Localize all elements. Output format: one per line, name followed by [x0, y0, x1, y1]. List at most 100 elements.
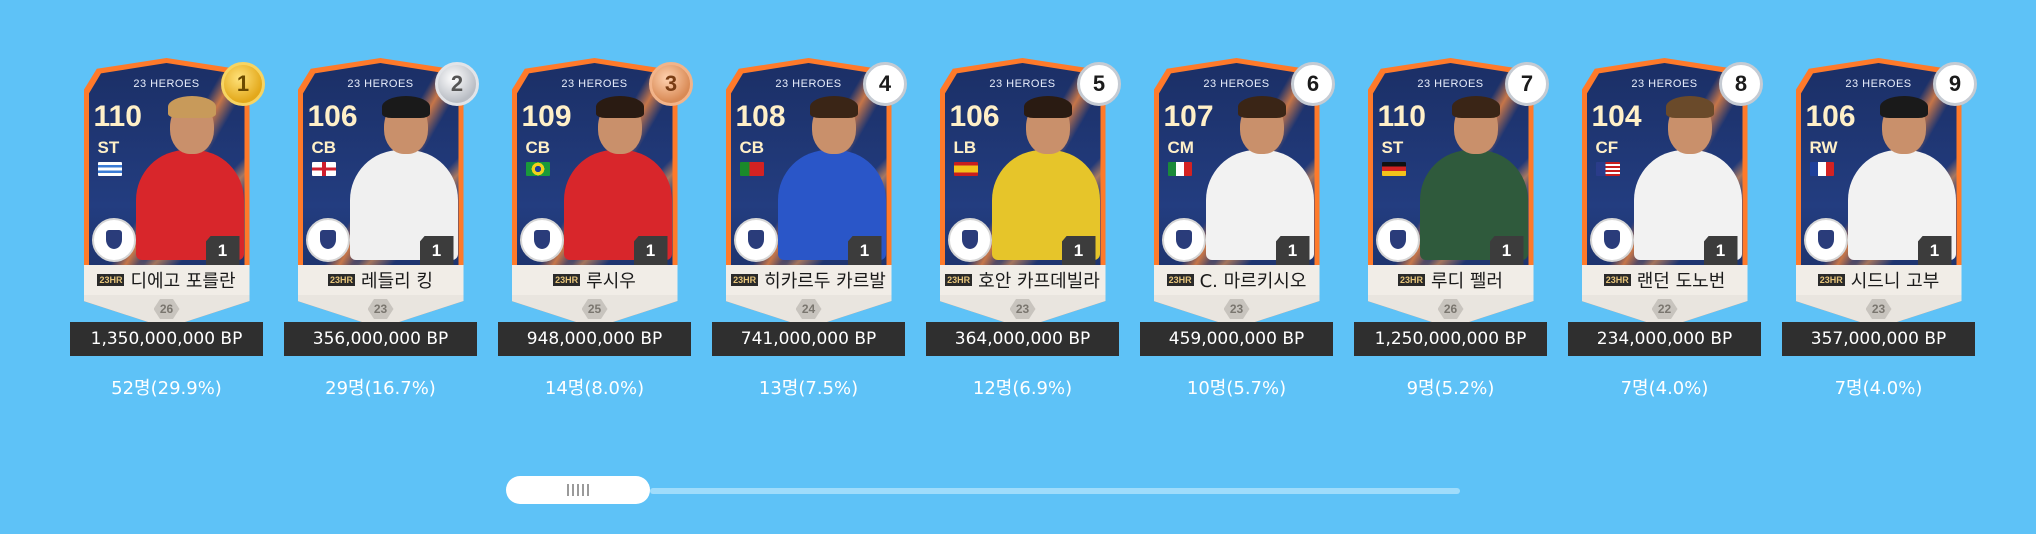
club-emblem-icon: [1589, 218, 1634, 262]
rank-badge: 2: [435, 62, 479, 106]
salary-grade: 22: [1651, 299, 1678, 319]
usa-flag-icon: [1595, 162, 1620, 176]
salary-grade: 26: [1437, 299, 1464, 319]
price-label: 741,000,000 BP: [712, 322, 905, 356]
club-emblem-icon: [1803, 218, 1848, 262]
salary-grade: 25: [581, 299, 608, 319]
position-label: CF: [1595, 138, 1619, 157]
scrollbar-thumb[interactable]: [506, 476, 650, 504]
player-card-slot[interactable]: 1 23 HEROES 110 ST 1 23HR 디에고 포를란 26 1,3…: [70, 58, 265, 400]
usage-count: 52명(29.9%): [111, 378, 222, 399]
player-name: 레들리 킹: [361, 271, 433, 292]
price-label: 364,000,000 BP: [926, 322, 1119, 356]
salary-grade: 23: [1865, 299, 1892, 319]
scrollbar-track[interactable]: [650, 488, 1460, 494]
salary-grade: 23: [1009, 299, 1036, 319]
player-card-slot[interactable]: 7 23 HEROES 110 ST 1 23HR 루디 펠러 26 1,250…: [1354, 58, 1549, 400]
player-name: 히카르두 카르발: [764, 271, 886, 292]
player-name: 랜던 도노번: [1636, 271, 1726, 292]
price-label: 459,000,000 BP: [1140, 322, 1333, 356]
season-badge-icon: 23HR: [1603, 274, 1631, 286]
price-label: 234,000,000 BP: [1568, 322, 1761, 356]
player-name-bar: 23HR 디에고 포를란: [83, 265, 250, 295]
club-emblem-icon: [947, 218, 992, 262]
player-card-slot[interactable]: 5 23 HEROES 106 LB 1 23HR 호안 카프데빌라 23 36…: [926, 58, 1121, 400]
club-emblem-icon: [519, 218, 564, 262]
position-label: ST: [1381, 138, 1404, 157]
player-name: 루디 펠러: [1431, 271, 1503, 292]
position-label: LB: [953, 138, 977, 157]
player-card[interactable]: 23 HEROES 108 CB 1 23HR 히카르두 카르발 24: [725, 58, 892, 328]
player-name-bar: 23HR 랜던 도노번: [1581, 265, 1748, 295]
portugal-flag-icon: [739, 162, 764, 176]
enhance-level: 1: [1917, 236, 1952, 266]
brazil-flag-icon: [525, 162, 550, 176]
player-card[interactable]: 23 HEROES 110 ST 1 23HR 디에고 포를란 26: [83, 58, 250, 328]
player-name-bar: 23HR 시드니 고부: [1795, 265, 1962, 295]
player-card-slot[interactable]: 4 23 HEROES 108 CB 1 23HR 히카르두 카르발 24 74…: [712, 58, 907, 400]
salary-grade: 24: [795, 299, 822, 319]
player-name: C. 마르키시오: [1199, 271, 1307, 292]
player-name-bar: 23HR 루시우: [511, 265, 678, 295]
player-name: 디에고 포를란: [130, 271, 236, 292]
player-card-slot[interactable]: 9 23 HEROES 106 RW 1 23HR 시드니 고부 23 357,…: [1782, 58, 1977, 400]
player-card-slot[interactable]: 2 23 HEROES 106 CB 1 23HR 레들리 킹 23 356,0…: [284, 58, 479, 400]
player-card[interactable]: 23 HEROES 110 ST 1 23HR 루디 펠러 26: [1367, 58, 1534, 328]
position-label: RW: [1809, 138, 1838, 157]
club-emblem-icon: [1375, 218, 1420, 262]
club-emblem-icon: [91, 218, 136, 262]
position-label: ST: [97, 138, 120, 157]
enhance-level: 1: [1061, 236, 1096, 266]
player-name-bar: 23HR C. 마르키시오: [1153, 265, 1320, 295]
player-card[interactable]: 23 HEROES 107 CM 1 23HR C. 마르키시오 23: [1153, 58, 1320, 328]
player-name: 시드니 고부: [1850, 271, 1940, 292]
italy-flag-icon: [1167, 162, 1192, 176]
rank-badge: 8: [1719, 62, 1763, 106]
usage-count: 9명(5.2%): [1406, 378, 1495, 399]
club-emblem-icon: [1161, 218, 1206, 262]
rank-badge: 4: [863, 62, 907, 106]
player-card-slot[interactable]: 8 23 HEROES 104 CF 1 23HR 랜던 도노번 22 234,…: [1568, 58, 1763, 400]
spain-flag-icon: [953, 162, 978, 176]
season-badge-icon: 23HR: [1398, 274, 1426, 286]
player-name-bar: 23HR 호안 카프데빌라: [939, 265, 1106, 295]
player-name: 호안 카프데빌라: [978, 271, 1100, 292]
player-card[interactable]: 23 HEROES 106 RW 1 23HR 시드니 고부 23: [1795, 58, 1962, 328]
season-badge-icon: 23HR: [553, 274, 581, 286]
salary-grade: 23: [1223, 299, 1250, 319]
player-card-slot[interactable]: 3 23 HEROES 109 CB 1 23HR 루시우 25 948,000…: [498, 58, 693, 400]
player-name-bar: 23HR 레들리 킹: [297, 265, 464, 295]
usage-count: 13명(7.5%): [758, 378, 859, 399]
rank-badge: 6: [1291, 62, 1335, 106]
rank-badge: 5: [1077, 62, 1121, 106]
enhance-level: 1: [1489, 236, 1524, 266]
enhance-level: 1: [1703, 236, 1738, 266]
price-label: 356,000,000 BP: [284, 322, 477, 356]
player-card[interactable]: 23 HEROES 106 CB 1 23HR 레들리 킹 23: [297, 58, 464, 328]
player-name: 루시우: [586, 271, 636, 292]
club-emblem-icon: [305, 218, 350, 262]
position-label: CB: [739, 138, 765, 157]
player-card[interactable]: 23 HEROES 109 CB 1 23HR 루시우 25: [511, 58, 678, 328]
player-card[interactable]: 23 HEROES 106 LB 1 23HR 호안 카프데빌라 23: [939, 58, 1106, 328]
price-label: 357,000,000 BP: [1782, 322, 1975, 356]
season-badge-icon: 23HR: [945, 274, 973, 286]
season-badge-icon: 23HR: [1817, 274, 1845, 286]
england-flag-icon: [311, 162, 336, 176]
player-card[interactable]: 23 HEROES 104 CF 1 23HR 랜던 도노번 22: [1581, 58, 1748, 328]
usage-count: 10명(5.7%): [1186, 378, 1287, 399]
enhance-level: 1: [205, 236, 240, 266]
enhance-level: 1: [847, 236, 882, 266]
enhance-level: 1: [633, 236, 668, 266]
grip-icon: [567, 484, 589, 496]
player-card-slot[interactable]: 6 23 HEROES 107 CM 1 23HR C. 마르키시오 23 45…: [1140, 58, 1335, 400]
position-label: CM: [1167, 138, 1194, 157]
price-label: 1,250,000,000 BP: [1354, 322, 1547, 356]
price-label: 948,000,000 BP: [498, 322, 691, 356]
position-label: CB: [311, 138, 337, 157]
enhance-level: 1: [419, 236, 454, 266]
salary-grade: 26: [153, 299, 180, 319]
usage-count: 14명(8.0%): [544, 378, 645, 399]
germany-flag-icon: [1381, 162, 1406, 176]
france-flag-icon: [1809, 162, 1834, 176]
